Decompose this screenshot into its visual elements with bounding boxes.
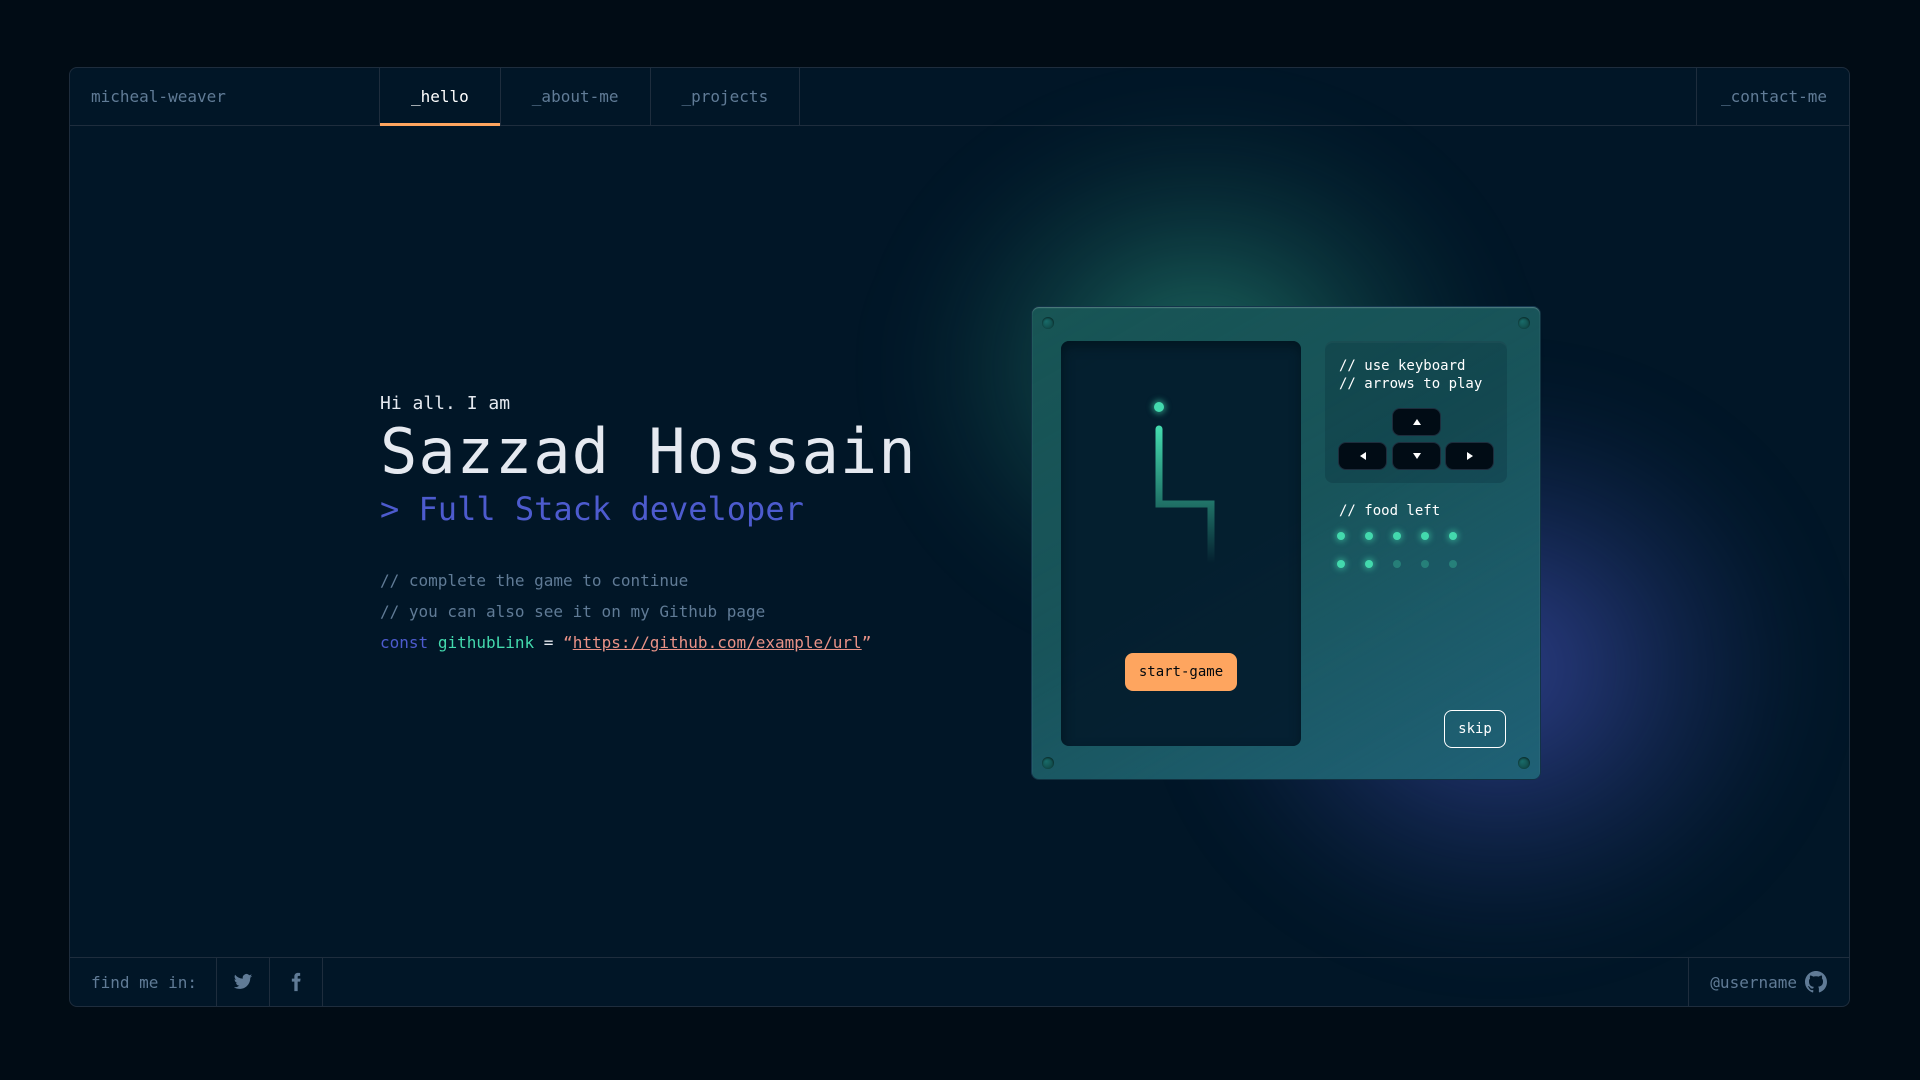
instructions-line-1: // use keyboard — [1339, 358, 1466, 374]
hero-role: > Full Stack developer — [380, 490, 804, 529]
food-left-indicator — [1337, 530, 1477, 570]
find-me-label: find me in: — [70, 958, 217, 1006]
skip-button[interactable]: skip — [1444, 710, 1506, 748]
facebook-link[interactable] — [270, 958, 323, 1006]
github-username: @username — [1710, 972, 1797, 992]
tab-projects[interactable]: _projects — [651, 68, 801, 125]
snake-game-console: start-game // use keyboard // arrows to … — [1031, 306, 1541, 780]
food-remaining-dot — [1449, 530, 1477, 542]
arrow-up-key[interactable] — [1392, 408, 1441, 436]
code-snippet: // complete the game to continue // you … — [380, 565, 871, 658]
food-remaining-dot — [1365, 558, 1393, 570]
tab-about-me[interactable]: _about-me — [501, 68, 651, 125]
food-eaten-dot — [1449, 558, 1477, 570]
code-comment-1: // complete the game to continue — [380, 571, 689, 590]
food-left-label: // food left — [1339, 503, 1441, 519]
food-eaten-dot — [1393, 558, 1421, 570]
food-dot-icon — [1449, 560, 1457, 568]
food-dot-icon — [1337, 560, 1345, 568]
game-screen[interactable]: start-game — [1061, 341, 1301, 746]
code-equals: = — [543, 633, 554, 652]
open-quote: “ — [563, 633, 573, 652]
code-string: “https://github.com/example/url” — [563, 633, 871, 652]
footer-spacer — [323, 958, 1688, 1006]
close-quote: ” — [861, 633, 872, 652]
github-link[interactable]: https://github.com/example/url — [573, 633, 862, 652]
twitter-link[interactable] — [217, 958, 270, 1006]
food-remaining-dot — [1337, 558, 1365, 570]
controls-panel: // use keyboard // arrows to play — [1325, 341, 1507, 483]
greeting-text: Hi all. I am — [380, 393, 511, 414]
hero-name: Sazzad Hossain — [380, 415, 917, 488]
arrow-left-icon — [1359, 452, 1366, 460]
tab-hello[interactable]: _hello — [380, 68, 501, 126]
food-dot-icon — [1365, 532, 1373, 540]
code-keyword: const — [380, 633, 429, 652]
food-dot-icon — [1337, 532, 1345, 540]
food-dot-icon — [1421, 560, 1429, 568]
food-dot-icon — [1393, 560, 1401, 568]
food-remaining-dot — [1393, 530, 1421, 542]
arrow-down-icon — [1412, 453, 1421, 459]
food-eaten-dot — [1421, 558, 1449, 570]
twitter-icon — [233, 974, 253, 989]
github-icon — [1805, 971, 1827, 993]
start-game-button[interactable]: start-game — [1125, 653, 1237, 691]
instructions-line-2: // arrows to play — [1339, 376, 1483, 392]
controls-instructions: // use keyboard // arrows to play — [1339, 357, 1482, 393]
tab-contact-me[interactable]: _contact-me — [1696, 68, 1849, 125]
screw-bottom-right-icon — [1518, 757, 1530, 769]
top-nav: micheal-weaver _hello _about-me _project… — [70, 68, 1849, 126]
arrow-up-icon — [1412, 419, 1421, 425]
food-dot-icon — [1421, 532, 1429, 540]
food-remaining-dot — [1337, 530, 1365, 542]
footer-bar: find me in: @username — [70, 957, 1849, 1006]
screw-top-right-icon — [1518, 317, 1530, 329]
facebook-icon — [291, 972, 301, 992]
hero-intro: Hi all. I am Sazzad Hossain > Full Stack… — [380, 393, 917, 528]
food-remaining-dot — [1421, 530, 1449, 542]
github-profile-link[interactable]: @username — [1688, 958, 1849, 1006]
brand-name[interactable]: micheal-weaver — [70, 68, 380, 125]
food-remaining-dot — [1365, 530, 1393, 542]
food-dot-icon — [1393, 532, 1401, 540]
code-comment-2: // you can also see it on my Github page — [380, 602, 766, 621]
code-line-github: const githubLink = “https://github.com/e… — [380, 627, 871, 658]
arrow-right-key[interactable] — [1445, 442, 1494, 470]
screw-top-left-icon — [1042, 317, 1054, 329]
screw-bottom-left-icon — [1042, 757, 1054, 769]
food-dot-icon — [1449, 532, 1457, 540]
food-dot-icon — [1365, 560, 1373, 568]
code-variable: githubLink — [437, 633, 535, 652]
arrow-left-key[interactable] — [1338, 442, 1387, 470]
arrow-right-icon — [1466, 452, 1473, 460]
arrow-down-key[interactable] — [1392, 442, 1441, 470]
portfolio-window: micheal-weaver _hello _about-me _project… — [69, 67, 1850, 1007]
